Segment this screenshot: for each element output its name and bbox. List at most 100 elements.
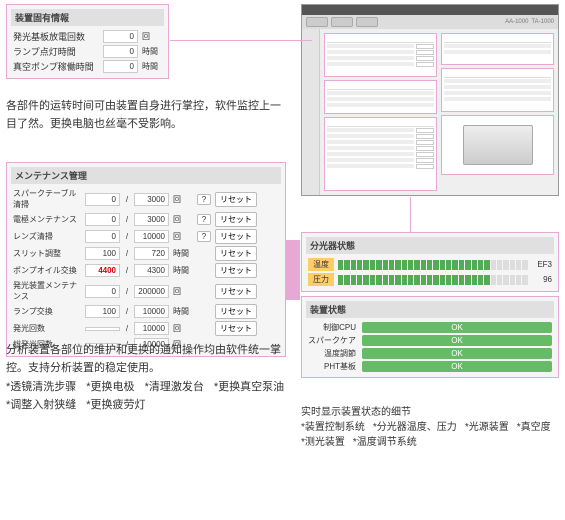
- device-status-panel: 装置状態 制御CPUOKスパークケアOK温度調節OKPHT基板OK: [301, 296, 559, 378]
- status-row: PHT基板 OK: [306, 360, 554, 373]
- note-status: 实时显示装置状态的细节 *装置控制系统*分光器温度、压力*光源装置*真空度*测光…: [301, 405, 559, 450]
- app-box: [324, 117, 437, 191]
- panel-title: 装置固有情報: [11, 9, 164, 26]
- note-device-info: 各部件的运转时间可由装置自身进行掌控，软件监控上一目了然。更换电脑也丝毫不受影响…: [6, 98, 286, 133]
- row-label: 発光基板放電回数: [13, 30, 99, 43]
- row-unit: 時間: [173, 265, 193, 276]
- status-row: 温度EF3: [306, 257, 554, 272]
- row-value: 0: [103, 60, 138, 73]
- panel-title: メンテナンス管理: [11, 167, 281, 184]
- maint-row: 発光装置メンテナンス0/200000回リセット: [11, 279, 281, 303]
- row-value: 96: [532, 275, 552, 284]
- help-button[interactable]: ?: [197, 214, 211, 225]
- row-limit[interactable]: 3000: [134, 193, 169, 206]
- row-limit[interactable]: 10000: [134, 322, 169, 335]
- toolbar: AA-1000 TA-1000: [302, 15, 558, 29]
- row-current[interactable]: 100: [85, 247, 120, 260]
- maintenance-panel: メンテナンス管理 スパークテーブル清掃0/3000回?リセット電極メンテナンス0…: [6, 162, 286, 357]
- spectrometer-status-panel: 分光器状態 温度EF3圧力 96: [301, 232, 559, 292]
- row-unit: 回: [142, 31, 162, 42]
- status-row: スパークケア OK: [306, 334, 554, 347]
- toolbar-button[interactable]: [356, 17, 378, 27]
- row-label: ランプ交換: [13, 306, 81, 317]
- app-window: AA-1000 TA-1000: [301, 4, 559, 196]
- row-current[interactable]: 4400: [85, 264, 120, 277]
- row-label: 発光回数: [13, 323, 81, 334]
- row-limit[interactable]: 10000: [134, 230, 169, 243]
- row-current[interactable]: 0: [85, 285, 120, 298]
- toolbar-button[interactable]: [306, 17, 328, 27]
- row-current[interactable]: 0: [85, 230, 120, 243]
- row-label: 電極メンテナンス: [13, 214, 81, 225]
- row-label: スパークケア: [308, 335, 356, 346]
- reset-button[interactable]: リセット: [215, 229, 257, 244]
- row-limit[interactable]: 200000: [134, 285, 169, 298]
- row-unit: 回: [173, 323, 193, 334]
- row-current[interactable]: 0: [85, 213, 120, 226]
- note-text: 分析装置各部位的维护和更换的通知操作均由软件统一掌控。支持分析装置的稳定使用。: [6, 342, 286, 377]
- reset-button[interactable]: リセット: [215, 263, 257, 278]
- device-info-panel: 装置固有情報 発光基板放電回数0回ランプ点灯時間0時間真空ポンプ稼働時間0時間: [6, 4, 169, 79]
- row-limit[interactable]: 10000: [134, 305, 169, 318]
- row-label: 制御CPU: [308, 322, 356, 333]
- row-label: 圧力: [308, 273, 334, 286]
- tab[interactable]: TA-1000: [531, 19, 554, 25]
- row-label: 温度: [308, 258, 334, 271]
- connector-line: [410, 197, 411, 233]
- row-label: 温度調節: [308, 348, 356, 359]
- maint-row: スパークテーブル清掃0/3000回?リセット: [11, 187, 281, 211]
- app-box: [324, 80, 437, 114]
- connector-line: [170, 40, 312, 41]
- row-unit: 回: [173, 286, 193, 297]
- row-unit: 時間: [142, 46, 162, 57]
- row-label: PHT基板: [308, 361, 356, 372]
- reset-button[interactable]: リセット: [215, 212, 257, 227]
- reset-button[interactable]: リセット: [215, 304, 257, 319]
- row-current[interactable]: 0: [85, 193, 120, 206]
- note-item: *透镜清洗步骤: [6, 379, 76, 397]
- row-label: スリット調整: [13, 248, 81, 259]
- row-current[interactable]: 100: [85, 305, 120, 318]
- status-row: 温度調節 OK: [306, 347, 554, 360]
- row-unit: 回: [173, 194, 193, 205]
- sidebar: [302, 29, 320, 195]
- row-value: 0: [103, 45, 138, 58]
- row-unit: 時間: [173, 248, 193, 259]
- status-row: 圧力 96: [306, 272, 554, 287]
- info-row: 発光基板放電回数 0回: [11, 29, 164, 44]
- status-ok: OK: [362, 335, 552, 346]
- row-label: ポンプオイル交換: [13, 265, 81, 276]
- row-current[interactable]: [85, 327, 120, 331]
- app-box: [441, 68, 554, 112]
- reset-button[interactable]: リセット: [215, 246, 257, 261]
- status-ok: OK: [362, 361, 552, 372]
- maint-row: 発光回数/10000回リセット: [11, 320, 281, 337]
- reset-button[interactable]: リセット: [215, 192, 257, 207]
- app-box: [441, 33, 554, 65]
- help-button[interactable]: ?: [197, 194, 211, 205]
- status-bar: [338, 275, 528, 285]
- row-limit[interactable]: 3000: [134, 213, 169, 226]
- row-label: スパークテーブル清掃: [13, 188, 81, 210]
- note-item: *温度调节系统: [353, 435, 417, 450]
- help-button[interactable]: ?: [197, 231, 211, 242]
- reset-button[interactable]: リセット: [215, 284, 257, 299]
- note-item: *测光装置: [301, 435, 345, 450]
- row-unit: 時間: [142, 61, 162, 72]
- row-label: レンズ清掃: [13, 231, 81, 242]
- row-label: 真空ポンプ稼働時間: [13, 60, 99, 73]
- tab[interactable]: AA-1000: [505, 19, 528, 25]
- reset-button[interactable]: リセット: [215, 321, 257, 336]
- row-limit[interactable]: 4300: [134, 264, 169, 277]
- maint-row: ランプ交換100/10000時間リセット: [11, 303, 281, 320]
- note-item: *真空度: [517, 420, 551, 435]
- status-ok: OK: [362, 348, 552, 359]
- row-unit: 回: [173, 214, 193, 225]
- panel-title: 装置状態: [306, 301, 554, 318]
- panel-title: 分光器状態: [306, 237, 554, 254]
- row-value: 0: [103, 30, 138, 43]
- row-label: ランプ点灯時間: [13, 45, 99, 58]
- toolbar-button[interactable]: [331, 17, 353, 27]
- device-image: [463, 125, 533, 165]
- row-limit[interactable]: 720: [134, 247, 169, 260]
